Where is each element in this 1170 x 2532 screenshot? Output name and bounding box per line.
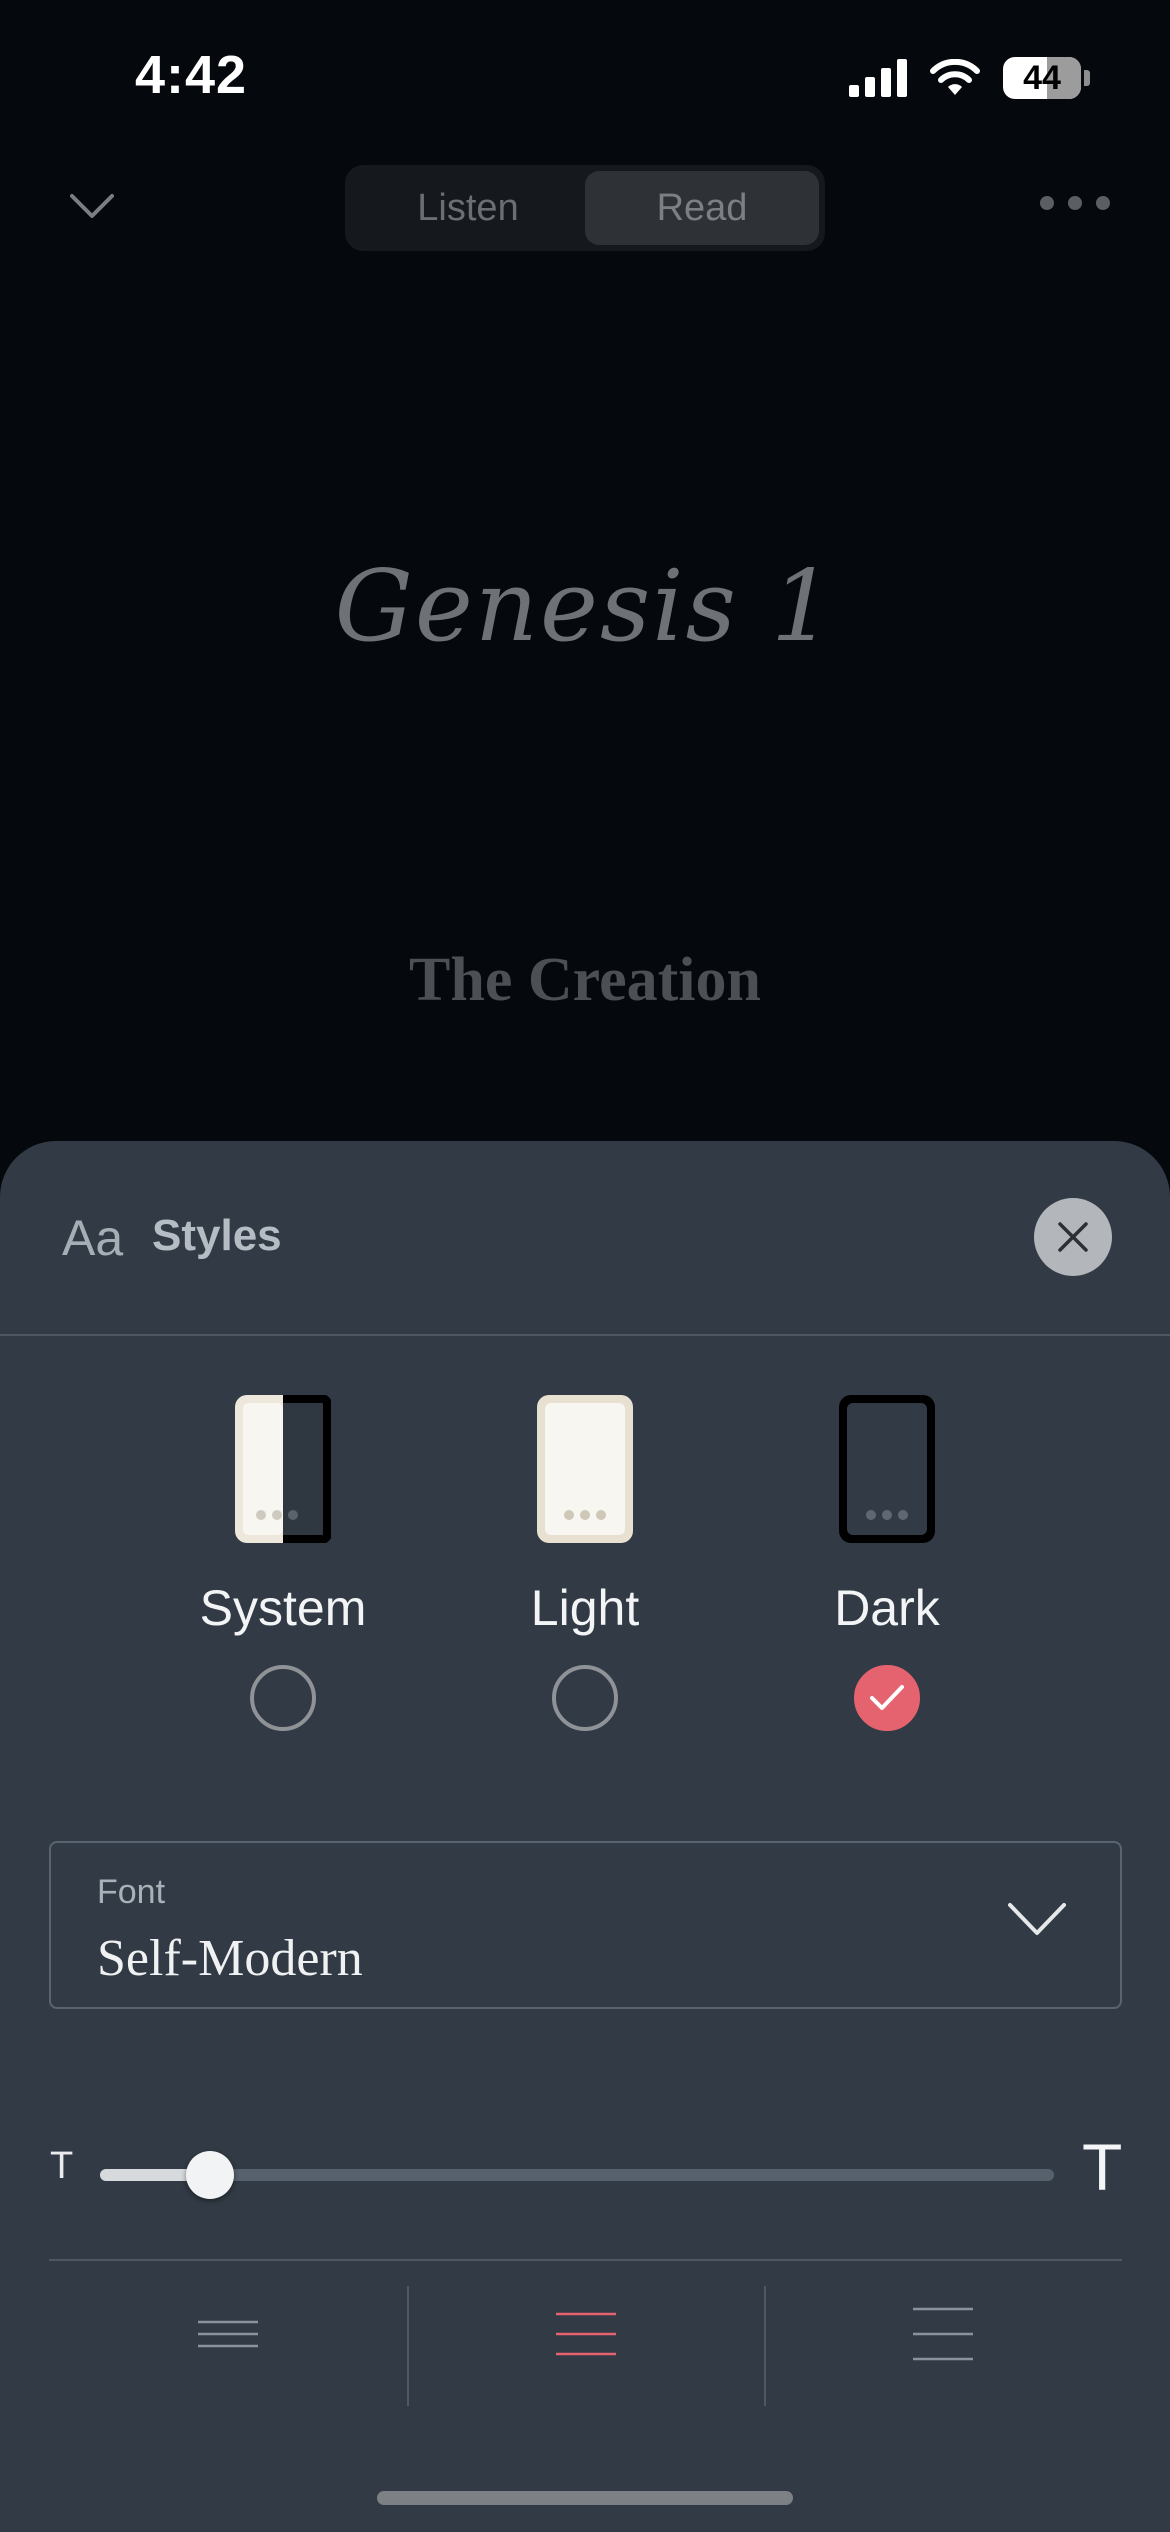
theme-option-dark[interactable]: Dark bbox=[767, 1393, 1007, 1731]
text-size-slider[interactable] bbox=[100, 2151, 1054, 2199]
status-time: 4:42 bbox=[135, 45, 248, 105]
chapter-title: Genesis 1 bbox=[334, 550, 836, 664]
sheet-title: Styles bbox=[152, 1211, 282, 1260]
tab-listen[interactable]: Listen bbox=[351, 171, 585, 245]
chevron-down-icon bbox=[70, 194, 114, 218]
battery-level: 44 bbox=[1023, 58, 1061, 97]
listen-read-toggle: Listen Read bbox=[345, 165, 825, 251]
light-theme-preview-icon bbox=[535, 1393, 635, 1545]
font-select-value: Self-Modern bbox=[97, 1930, 363, 1987]
theme-option-light[interactable]: Light bbox=[465, 1393, 705, 1731]
dark-theme-preview-icon bbox=[837, 1393, 937, 1545]
wifi-icon bbox=[930, 59, 980, 95]
text-size-row: T T bbox=[0, 2121, 1170, 2221]
system-theme-preview-icon bbox=[233, 1393, 333, 1545]
collapse-button[interactable] bbox=[66, 186, 118, 226]
sheet-header: Aa Styles bbox=[0, 1141, 1170, 1336]
styles-sheet: Aa Styles System Light Dark Font Self-Mo… bbox=[0, 1141, 1170, 2532]
align-right-icon bbox=[913, 2307, 974, 2360]
theme-option-system[interactable]: System bbox=[163, 1393, 403, 1731]
section-heading: The Creation bbox=[409, 946, 761, 1014]
font-select-label: Font bbox=[97, 1873, 166, 1911]
text-style-icon: Aa bbox=[62, 1210, 124, 1266]
align-center-icon bbox=[555, 2312, 616, 2355]
align-center-button[interactable] bbox=[406, 2261, 765, 2406]
text-size-small-label: T bbox=[50, 2145, 74, 2187]
alignment-options bbox=[49, 2259, 1122, 2406]
close-icon bbox=[1058, 1222, 1088, 1252]
align-left-icon bbox=[197, 2320, 258, 2347]
ellipsis-icon bbox=[1040, 196, 1054, 210]
text-size-slider-thumb[interactable] bbox=[185, 2151, 234, 2199]
battery-icon: 44 bbox=[1003, 57, 1081, 99]
tab-read[interactable]: Read bbox=[585, 171, 819, 245]
theme-radio-light[interactable] bbox=[552, 1665, 618, 1731]
font-select[interactable]: Font Self-Modern bbox=[49, 1841, 1122, 2009]
status-bar: 4:42 44 bbox=[0, 0, 1170, 150]
status-icons: 44 bbox=[849, 54, 1090, 102]
theme-radio-dark[interactable] bbox=[854, 1665, 920, 1731]
home-indicator bbox=[377, 2491, 793, 2505]
cellular-signal-icon bbox=[849, 59, 907, 97]
theme-radio-system[interactable] bbox=[250, 1665, 316, 1731]
theme-options: System Light Dark bbox=[0, 1393, 1170, 1733]
theme-label-dark: Dark bbox=[834, 1580, 940, 1636]
checkmark-icon bbox=[870, 1685, 904, 1710]
text-size-large-label: T bbox=[1082, 2130, 1123, 2204]
align-right-button[interactable] bbox=[764, 2261, 1122, 2406]
chevron-down-icon bbox=[1008, 1903, 1066, 1935]
more-button[interactable] bbox=[1040, 196, 1110, 210]
align-left-button[interactable] bbox=[49, 2261, 407, 2406]
theme-label-light: Light bbox=[530, 1580, 640, 1636]
theme-label-system: System bbox=[199, 1580, 367, 1636]
close-button[interactable] bbox=[1034, 1198, 1112, 1276]
